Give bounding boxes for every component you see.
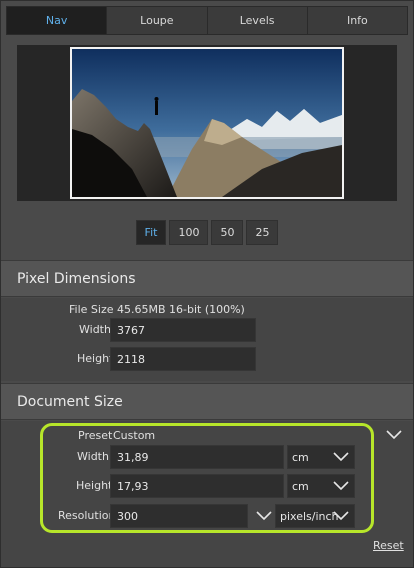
width-unit-chevron-down-icon[interactable] — [333, 452, 349, 462]
preset-label: Preset — [78, 429, 113, 442]
mountain-image — [72, 49, 342, 197]
doc-height-label: Height — [76, 479, 113, 492]
tab-bar: Nav Loupe Levels Info — [6, 6, 408, 35]
doc-height-field[interactable]: 17,93 — [110, 474, 284, 498]
zoom-50-button[interactable]: 50 — [211, 220, 244, 245]
resolution-label: Resolution — [58, 509, 116, 522]
zoom-25-button[interactable]: 25 — [246, 220, 279, 245]
resolution-unit-chevron-down-icon[interactable] — [333, 511, 349, 521]
reset-link[interactable]: Reset — [373, 539, 404, 552]
doc-width-label: Width — [77, 450, 109, 463]
tab-nav[interactable]: Nav — [7, 7, 107, 34]
resolution-chevron-down-icon[interactable] — [256, 511, 272, 521]
pixel-width-field[interactable]: 3767 — [110, 318, 256, 342]
height-unit-chevron-down-icon[interactable] — [333, 481, 349, 491]
tab-info[interactable]: Info — [306, 7, 407, 34]
zoom-fit-button[interactable]: Fit — [135, 220, 167, 245]
pixel-dimensions-header[interactable]: Pixel Dimensions — [1, 260, 413, 297]
zoom-100-button[interactable]: 100 — [169, 220, 209, 245]
tab-levels[interactable]: Levels — [206, 7, 307, 34]
preset-chevron-down-icon[interactable] — [386, 430, 402, 440]
tab-loupe[interactable]: Loupe — [106, 7, 207, 34]
doc-width-unit-value: cm — [292, 450, 309, 464]
doc-height-unit-value: cm — [292, 479, 309, 493]
document-size-header[interactable]: Document Size — [1, 383, 413, 420]
zoom-buttons: Fit 100 50 25 — [0, 220, 414, 246]
resolution-unit-value: pixels/inch — [280, 509, 339, 523]
preset-value[interactable]: Custom — [113, 429, 155, 442]
file-size-text: File Size 45.65MB 16-bit (100%) — [69, 303, 245, 316]
pixel-height-label: Height — [77, 352, 114, 365]
image-preview[interactable] — [70, 47, 344, 199]
doc-width-field[interactable]: 31,89 — [110, 445, 284, 469]
pixel-width-label: Width — [79, 323, 111, 336]
resolution-field[interactable]: 300 — [110, 504, 248, 528]
pixel-height-field[interactable]: 2118 — [110, 347, 256, 371]
